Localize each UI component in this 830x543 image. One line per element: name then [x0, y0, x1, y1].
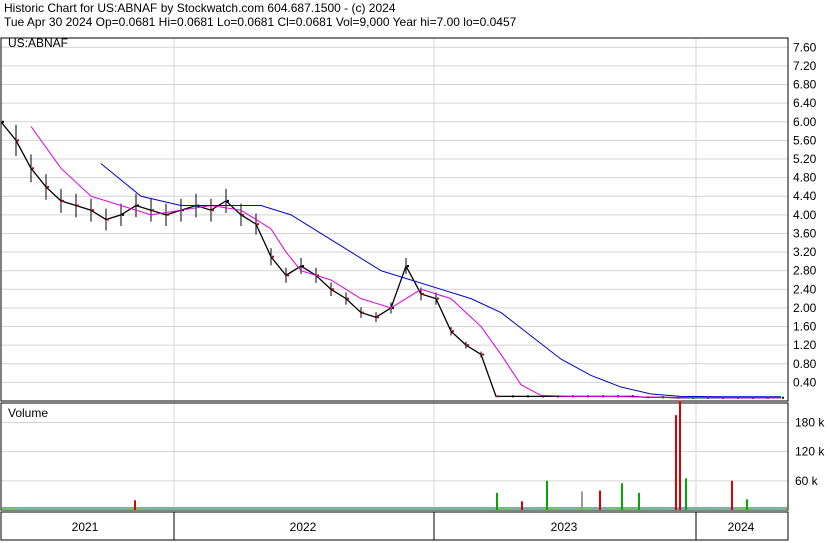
- year-tick-label: 2024: [728, 520, 755, 534]
- price-panel-title: US:ABNAF: [8, 36, 68, 50]
- price-close-mark: [242, 213, 244, 216]
- year-tick-label: 2023: [551, 520, 578, 534]
- price-close-mark: [377, 316, 379, 319]
- price-tick-label: 1.60: [793, 320, 817, 334]
- price-close-mark: [107, 218, 109, 221]
- price-close-mark: [17, 139, 19, 142]
- volume-bar: [621, 483, 623, 510]
- price-close-mark: [167, 213, 169, 216]
- volume-axis-ticks: 180 k 120 k 60 k: [795, 415, 825, 487]
- volume-tick-label: 60 k: [795, 474, 819, 488]
- price-tick-label: 2.80: [793, 264, 817, 278]
- price-tick-label: 7.20: [793, 59, 817, 73]
- volume-bar: [679, 400, 681, 510]
- price-tick-label: 5.20: [793, 152, 817, 166]
- price-close-mark: [77, 204, 79, 207]
- volume-bar: [581, 491, 583, 510]
- year-tick-label: 2022: [290, 520, 317, 534]
- price-close-mark: [152, 209, 154, 212]
- volume-panel-title: Volume: [8, 406, 48, 420]
- price-close-mark: [272, 255, 274, 258]
- volume-bar: [521, 501, 523, 510]
- price-close-mark: [92, 209, 94, 212]
- price-close-mark: [467, 344, 469, 347]
- price-tick-label: 2.40: [793, 282, 817, 296]
- price-tick-label: 0.40: [793, 375, 817, 389]
- volume-panel-frame: [0, 402, 789, 511]
- price-close-mark: [362, 311, 364, 314]
- volume-grid: [1, 403, 788, 510]
- price-close-mark: [422, 292, 424, 295]
- price-close-mark: [332, 288, 334, 291]
- volume-bar: [496, 492, 498, 510]
- price-tick-label: 4.40: [793, 189, 817, 203]
- price-close-mark: [512, 395, 514, 398]
- price-tick-label: 4.00: [793, 208, 817, 222]
- volume-bar: [638, 492, 640, 510]
- price-tick-label: 6.80: [793, 78, 817, 92]
- series-line-ma_long: [100, 163, 781, 398]
- price-close-mark: [347, 297, 349, 300]
- price-tick-label: 4.80: [793, 171, 817, 185]
- price-tick-label: 7.60: [793, 40, 817, 54]
- price-tick-label: 6.00: [793, 115, 817, 129]
- price-tick-label: 1.20: [793, 338, 817, 352]
- price-close-mark: [212, 209, 214, 212]
- volume-bar: [546, 480, 548, 510]
- price-axis-ticks: 7.60 7.20 6.80 6.40 6.00 5.60 5.20 4.80 4.40 4.00…: [793, 40, 817, 389]
- price-close-mark: [227, 199, 229, 202]
- price-close-mark: [62, 199, 64, 202]
- price-close-mark: [257, 223, 259, 226]
- price-close-mark: [302, 265, 304, 268]
- price-close-mark: [497, 395, 499, 398]
- price-close-mark: [137, 204, 139, 207]
- volume-bar: [746, 499, 748, 510]
- stock-chart-svg: US:ABNAF Volume 7.60 7.20 6.80 6.40 6.00 5.60…: [0, 36, 825, 541]
- volume-bar: [731, 480, 733, 510]
- price-close-mark: [527, 395, 529, 398]
- price-grid: [1, 38, 788, 540]
- price-panel-frame: [0, 37, 789, 402]
- volume-bar: [675, 415, 677, 510]
- price-close-mark: [287, 274, 289, 277]
- volume-tick-label: 120 k: [795, 445, 825, 459]
- price-tick-label: 6.40: [793, 96, 817, 110]
- price-close-mark: [482, 353, 484, 356]
- price-tick-label: 2.00: [793, 301, 817, 315]
- price-tick-label: 3.20: [793, 245, 817, 259]
- volume-bar: [685, 478, 687, 510]
- price-tick-label: 5.60: [793, 133, 817, 147]
- price-tick-label: 0.80: [793, 357, 817, 371]
- price-close-mark: [452, 330, 454, 333]
- volume-baseline: [2, 507, 787, 510]
- volume-tick-label: 180 k: [795, 415, 825, 429]
- series-line-price: [0, 121, 781, 399]
- price-close-mark: [32, 167, 34, 170]
- volume-bars: [2, 400, 787, 510]
- price-close-mark: [2, 120, 4, 123]
- price-close-mark: [437, 297, 439, 300]
- price-close-mark: [122, 213, 124, 216]
- volume-bar: [134, 500, 136, 510]
- price-close-mark: [47, 185, 49, 188]
- date-axis-frame: [0, 511, 789, 541]
- volume-bar: [599, 490, 601, 510]
- year-tick-label: 2021: [72, 520, 99, 534]
- price-close-mark: [407, 265, 409, 268]
- price-tick-label: 3.60: [793, 226, 817, 240]
- price-close-mark: [782, 396, 784, 399]
